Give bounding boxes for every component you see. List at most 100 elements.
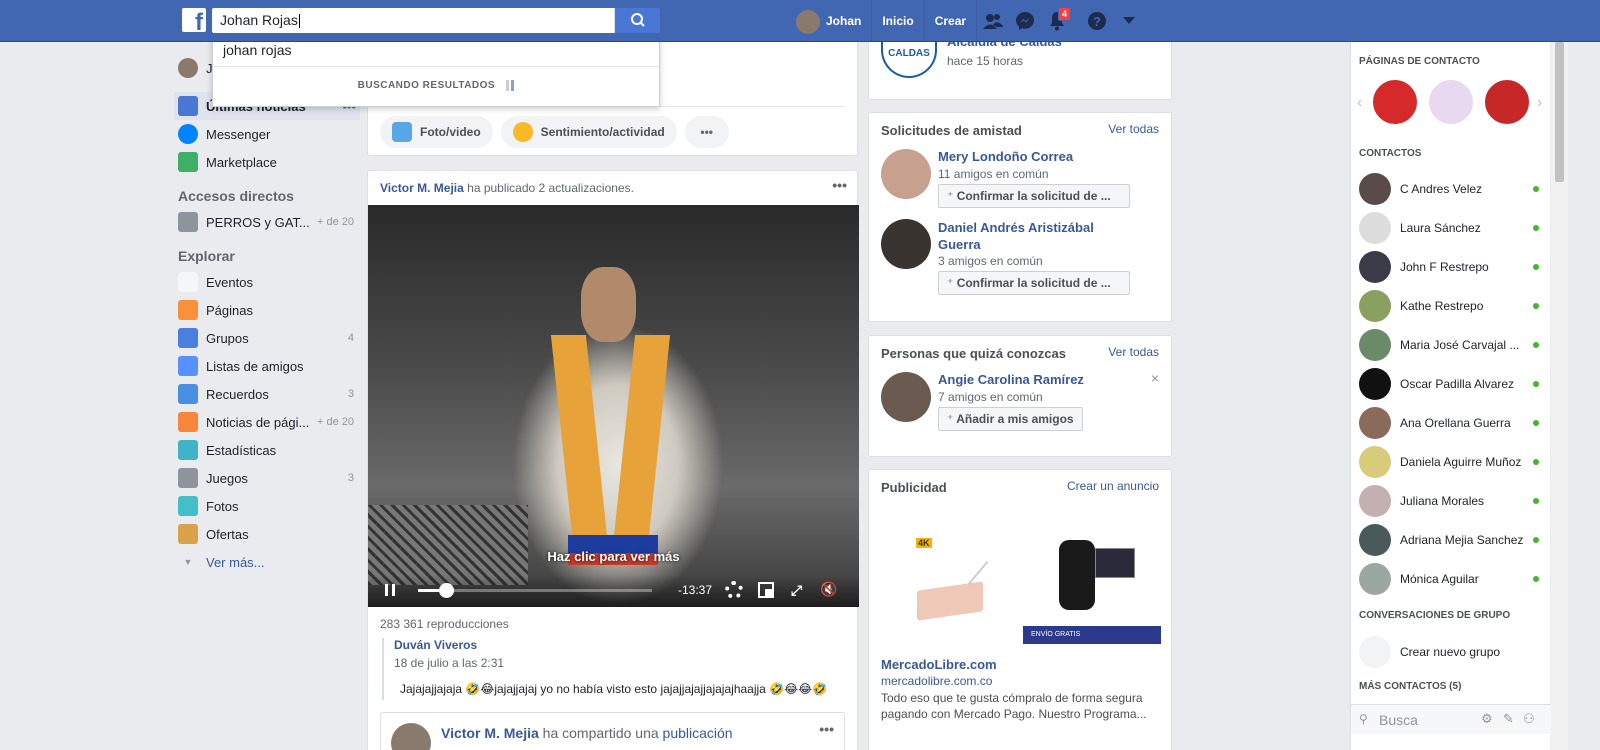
sub-post-text: Jajajajjajaja 🤣😂jajajjajaj yo no había v… — [400, 682, 828, 696]
post-menu-icon[interactable]: ••• — [819, 721, 834, 737]
page-thumb[interactable] — [1483, 78, 1531, 126]
contact-item[interactable]: Ana Orellana Guerra — [1359, 403, 1545, 442]
post-card: Victor M. Mejia ha publicado 2 actualiza… — [367, 170, 859, 750]
request-mutual[interactable]: 3 amigos en común — [938, 254, 1043, 268]
advertiser-domain[interactable]: mercadolibre.com.co — [881, 674, 992, 688]
avatar[interactable] — [391, 723, 431, 750]
sub-post-date[interactable]: 18 de julio a las 2:31 — [394, 656, 842, 670]
video-overlay-text[interactable]: Haz clic para ver más — [368, 549, 859, 564]
profile-link[interactable]: Johan — [796, 0, 873, 42]
chevron-left-icon[interactable]: ‹ — [1357, 94, 1362, 112]
sidebar-item-messenger[interactable]: Messenger — [178, 120, 360, 148]
avatar[interactable] — [881, 149, 931, 199]
video-progress-bar[interactable] — [418, 583, 652, 598]
sidebar-item-flag[interactable]: Páginas — [178, 296, 360, 324]
request-name[interactable]: Mery Londoño Correa — [938, 149, 1073, 164]
sidebar-item-marketplace[interactable]: Marketplace — [178, 148, 360, 176]
avatar[interactable] — [881, 372, 931, 422]
sidebar-item-groups[interactable]: Grupos 4 — [178, 324, 360, 352]
sidebar-item-shortcut[interactable]: PERROS y GAT... + de 20 — [178, 208, 360, 236]
avatar — [1359, 406, 1391, 439]
see-all-pymk-link[interactable]: Ver todas — [1108, 345, 1159, 359]
create-group-button[interactable]: Crear nuevo grupo — [1359, 632, 1545, 671]
chat-search-bar: ⚲ Busca ⚙ ✎ ⚇ — [1351, 704, 1551, 734]
settings-gear-icon[interactable] — [725, 581, 743, 599]
confirm-request-button[interactable]: ⁺ Confirmar la solicitud de ... — [938, 184, 1130, 208]
friend-requests-icon[interactable] — [977, 0, 1009, 42]
new-group-icon[interactable]: ⚇ — [1523, 711, 1535, 727]
photo-video-button[interactable]: Foto/video — [380, 116, 493, 148]
advertiser-name[interactable]: MercadoLibre.com — [881, 657, 997, 672]
feeling-button[interactable]: Sentimiento/actividad — [500, 116, 677, 148]
pause-icon[interactable] — [385, 584, 395, 596]
create-link[interactable]: Crear — [925, 0, 978, 42]
picture-in-picture-icon[interactable] — [758, 582, 774, 598]
contact-item[interactable]: Oscar Padilla Alvarez — [1359, 364, 1545, 403]
sidebar-item-page-feed[interactable]: Noticias de pági... + de 20 — [178, 408, 360, 436]
mute-icon[interactable]: 🔇 — [820, 581, 837, 598]
pymk-mutual[interactable]: 7 amigos en común — [938, 390, 1043, 404]
close-icon[interactable]: × — [1151, 370, 1159, 386]
create-ad-link[interactable]: Crear un anuncio — [1067, 479, 1159, 493]
sidebar-item-calendar[interactable]: Eventos — [178, 268, 360, 296]
add-friend-button[interactable]: ⁺ Añadir a mis amigos — [938, 407, 1083, 431]
scrollbar[interactable] — [1551, 42, 1568, 750]
progress-handle[interactable] — [439, 583, 455, 598]
contact-item[interactable]: Daniela Aguirre Muñoz — [1359, 442, 1545, 481]
chevron-down-icon[interactable] — [1113, 0, 1145, 42]
shortcuts-heading: Accesos directos — [178, 188, 294, 204]
sidebar-item-cube[interactable]: Estadísticas — [178, 436, 360, 464]
page-time[interactable]: hace 15 horas — [947, 54, 1023, 68]
search-input[interactable]: Johan Rojas — [212, 8, 614, 33]
shared-post-author[interactable]: Victor M. Mejia — [441, 725, 539, 741]
contact-item[interactable]: Maria José Carvajal ... — [1359, 325, 1545, 364]
pymk-name[interactable]: Angie Carolina Ramírez — [938, 372, 1084, 387]
ads-title: Publicidad — [881, 480, 947, 495]
request-mutual[interactable]: 11 amigos en común — [938, 167, 1049, 181]
page-thumb[interactable] — [1427, 78, 1475, 126]
search-icon: ⚲ — [1359, 712, 1368, 726]
sidebar-item-gamepad[interactable]: Juegos 3 — [178, 464, 360, 492]
contact-item[interactable]: John F Restrepo — [1359, 247, 1545, 286]
post-menu-icon[interactable]: ••• — [832, 177, 847, 193]
contact-item[interactable]: C Andres Velez — [1359, 169, 1545, 208]
gear-icon[interactable]: ⚙ — [1481, 711, 1493, 727]
contact-item[interactable]: Mónica Aguilar — [1359, 559, 1545, 598]
request-name[interactable]: Daniel Andrés Aristizábal Guerra — [938, 219, 1118, 253]
sidebar-item-photos[interactable]: Fotos — [178, 492, 360, 520]
see-more-link[interactable]: ▼ Ver más... — [178, 548, 360, 576]
facebook-logo[interactable]: f — [182, 8, 206, 35]
notifications-icon[interactable]: 4 — [1041, 0, 1073, 42]
ads-card: Publicidad Crear un anuncio 4K ENVÍO GRA… — [868, 469, 1172, 750]
add-friend-icon: ⁺ — [947, 276, 954, 290]
search-button[interactable] — [614, 8, 660, 33]
new-message-icon[interactable]: ✎ — [1503, 711, 1514, 727]
sidebar-item-clock[interactable]: Recuerdos 3 — [178, 380, 360, 408]
help-icon[interactable]: ? — [1081, 0, 1113, 42]
sub-post-author[interactable]: Duván Viveros — [394, 638, 842, 652]
ad-image-left[interactable]: 4K — [881, 508, 1017, 644]
chevron-right-icon[interactable]: › — [1537, 94, 1542, 112]
sidebar-item-offers[interactable]: Ofertas — [178, 520, 360, 548]
page-thumb[interactable] — [1371, 78, 1419, 126]
contact-item[interactable]: Adriana Mejia Sanchez — [1359, 520, 1545, 559]
more-options-button[interactable]: ••• — [684, 116, 729, 148]
online-status-icon — [1533, 380, 1539, 387]
contact-item[interactable]: Kathe Restrepo — [1359, 286, 1545, 325]
sidebar-item-friends-list[interactable]: Listas de amigos — [178, 352, 360, 380]
home-link[interactable]: Inicio — [872, 0, 925, 42]
shared-post-link[interactable]: publicación — [663, 725, 733, 741]
see-all-requests-link[interactable]: Ver todas — [1108, 122, 1159, 136]
messenger-icon[interactable] — [1009, 0, 1041, 42]
contact-item[interactable]: Juliana Morales — [1359, 481, 1545, 520]
chat-search-input[interactable]: Busca — [1379, 712, 1418, 728]
ad-image-right[interactable]: ENVÍO GRATIS — [1023, 508, 1161, 644]
avatar[interactable] — [881, 219, 931, 269]
online-status-icon — [1533, 536, 1539, 543]
confirm-request-button[interactable]: ⁺ Confirmar la solicitud de ... — [938, 271, 1130, 295]
searching-indicator: BUSCANDO RESULTADOS — [213, 67, 659, 105]
post-author[interactable]: Victor M. Mejia — [380, 181, 464, 195]
fullscreen-icon[interactable]: ⤢ — [791, 582, 802, 599]
video-player[interactable]: Haz clic para ver más -13:37 ⤢ 🔇 — [368, 205, 859, 607]
contact-item[interactable]: Laura Sánchez — [1359, 208, 1545, 247]
